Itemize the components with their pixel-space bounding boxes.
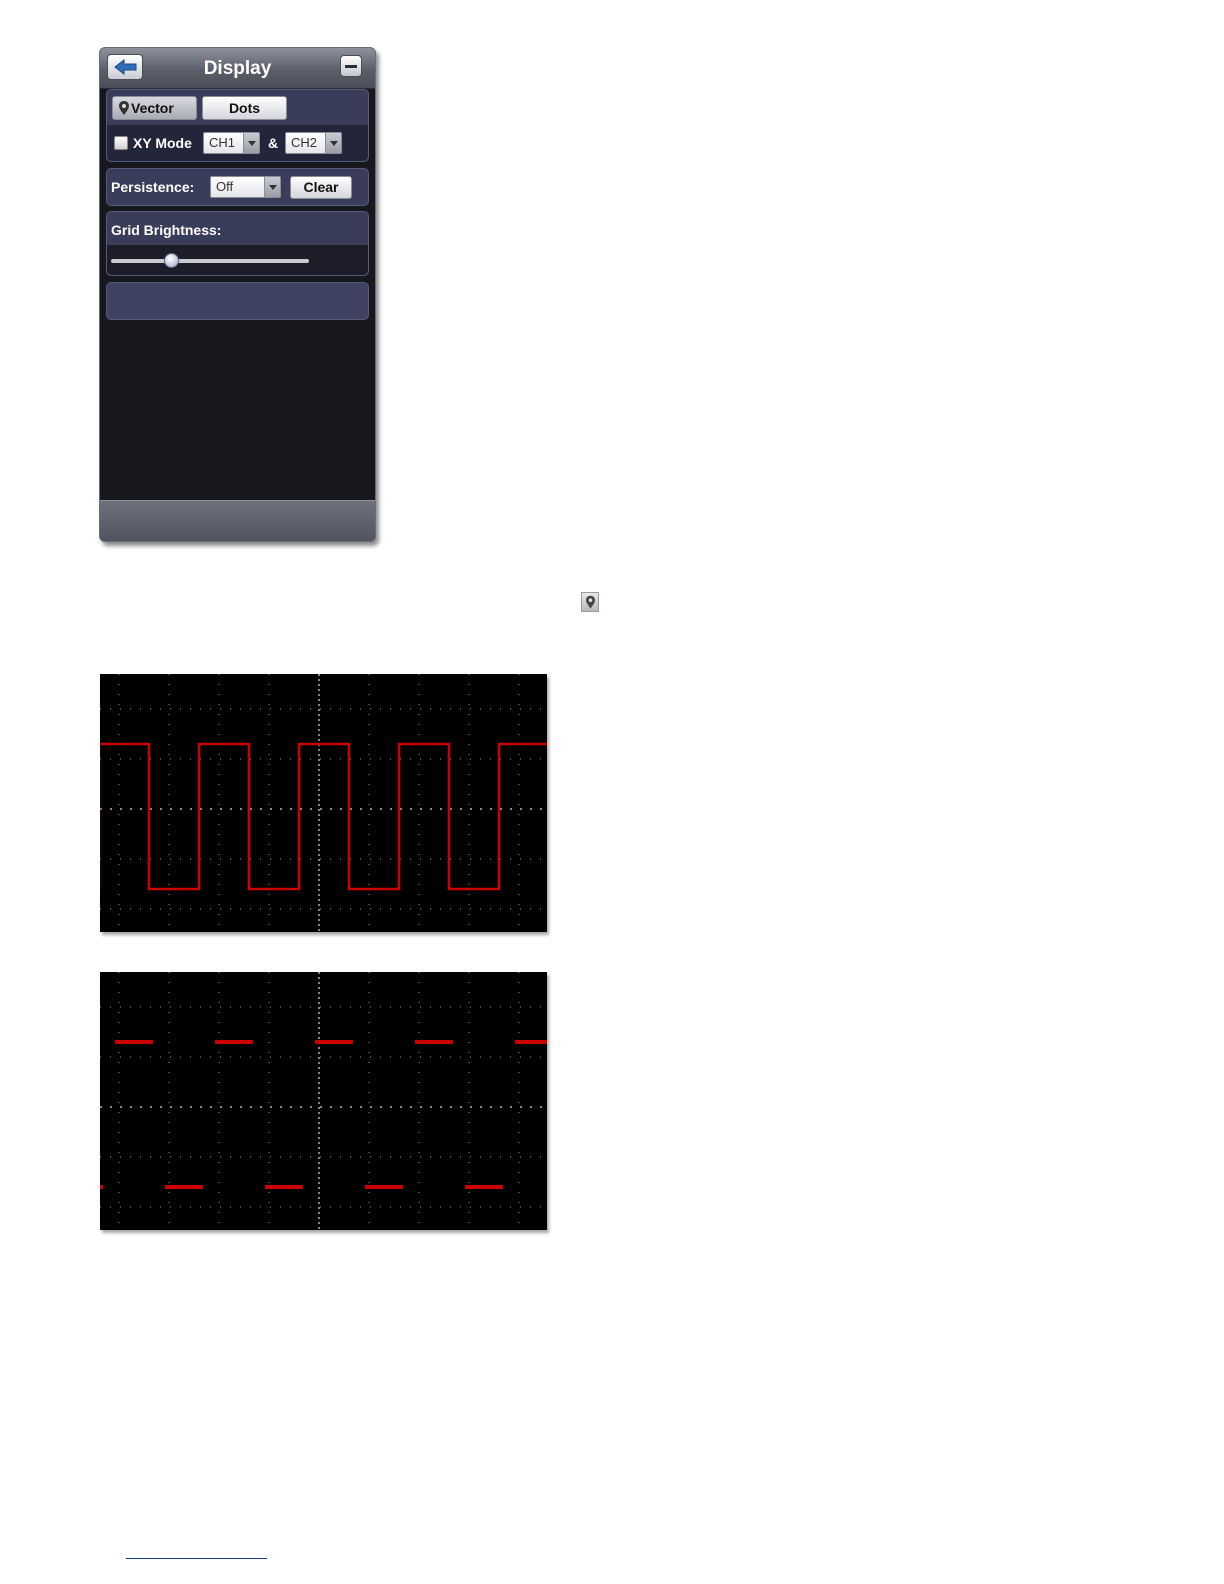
empty-section — [106, 282, 369, 320]
persistence-label: Persistence: — [111, 179, 195, 195]
scope-grid — [100, 972, 547, 1230]
persistence-select[interactable]: Off — [210, 176, 281, 198]
chevron-down-icon — [264, 177, 280, 197]
chevron-down-icon — [325, 133, 341, 153]
dots-button[interactable]: Dots — [202, 96, 287, 120]
scope-grid — [100, 674, 547, 932]
chevron-down-icon — [243, 133, 259, 153]
grid-brightness-label: Grid Brightness: — [111, 222, 222, 238]
bottom-link-underline[interactable] — [126, 1558, 267, 1559]
grid-brightness-slider[interactable] — [111, 259, 309, 263]
grid-brightness-section: Grid Brightness: — [106, 211, 369, 276]
channel-b-value: CH2 — [291, 135, 318, 150]
channel-a-select[interactable]: CH1 — [203, 132, 260, 154]
vector-button[interactable]: Vector — [112, 96, 197, 120]
map-pin-icon — [581, 592, 599, 612]
scope-dots-display — [100, 972, 547, 1230]
clear-button[interactable]: Clear — [290, 176, 352, 199]
panel-header: Display — [100, 48, 375, 89]
minimize-button[interactable] — [340, 55, 362, 77]
minus-icon — [345, 65, 357, 68]
persistence-value: Off — [216, 179, 234, 194]
panel-footer — [100, 500, 375, 541]
dots-waveform-plot — [100, 972, 547, 1230]
channel-a-value: CH1 — [209, 135, 236, 150]
display-type-section: Vector Dots XY Mode CH1 & CH2 — [106, 89, 369, 162]
vector-waveform-plot — [100, 674, 547, 932]
vector-label: Vector — [131, 100, 174, 116]
channel-b-select[interactable]: CH2 — [285, 132, 342, 154]
waveform-trace — [100, 742, 547, 891]
scope-vector-display — [100, 674, 547, 932]
panel-title: Display — [203, 58, 272, 79]
persistence-section: Persistence: Off Clear — [106, 168, 369, 206]
xy-mode-checkbox[interactable] — [114, 136, 128, 150]
map-pin-icon — [119, 101, 129, 115]
channel-separator: & — [268, 135, 279, 151]
xy-mode-label: XY Mode — [133, 135, 192, 151]
display-panel: Display Vector Dots XY Mode CH1 & CH2 Pe… — [99, 47, 376, 542]
